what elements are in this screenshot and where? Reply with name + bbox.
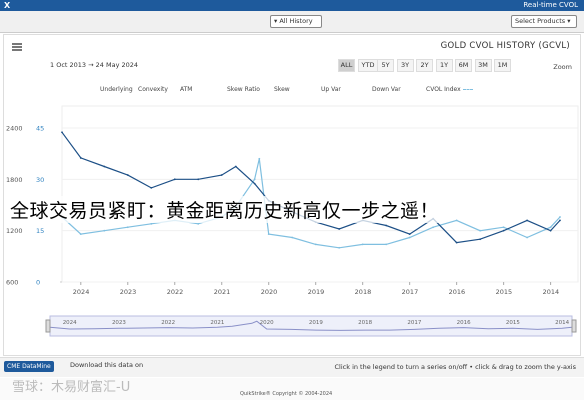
legend-item-convexity[interactable]: Convexity: [138, 86, 168, 93]
legend-hint: Click in the legend to turn a series on/…: [334, 363, 576, 371]
legend-item-underlying[interactable]: Underlying: [100, 86, 133, 93]
date-range[interactable]: 1 Oct 2013 → 24 May 2024: [50, 61, 138, 69]
select-products-label: Select Products: [515, 17, 566, 25]
zoom-button-1y[interactable]: 1Y: [435, 59, 453, 72]
close-button[interactable]: X: [4, 1, 10, 10]
chart-title: GOLD CVOL HISTORY (GCVL): [440, 41, 570, 51]
all-history-select[interactable]: ▾ All History: [270, 15, 322, 28]
date-to[interactable]: 24 May 2024: [96, 61, 138, 69]
zoom-button-3y[interactable]: 3Y: [396, 59, 414, 72]
menu-icon[interactable]: [12, 43, 22, 51]
window-title: Real-time CVOL: [523, 1, 578, 9]
download-text: Download this data on: [70, 361, 144, 369]
overlay-headline: 全球交易员紧盯：黄金距离历史新高仅一步之遥！: [10, 196, 440, 223]
toolbar: ▾ All History Select Products ▾: [0, 11, 584, 33]
date-from[interactable]: 1 Oct 2013: [50, 61, 86, 69]
zoom-button-5y[interactable]: 5Y: [377, 59, 394, 72]
zoom-button-ytd[interactable]: YTD: [357, 59, 379, 72]
legend-item-skew-ratio[interactable]: Skew Ratio: [227, 86, 260, 93]
legend-item-cvol-index[interactable]: CVOL Index: [426, 86, 473, 93]
all-history-label: All History: [279, 17, 313, 25]
date-separator: →: [88, 61, 94, 69]
zoom-button-6m[interactable]: 6M: [455, 59, 472, 72]
legend-item-atm[interactable]: ATM: [180, 86, 192, 93]
legend-item-up-var[interactable]: Up Var: [321, 86, 341, 93]
legend-item-skew[interactable]: Skew: [274, 86, 290, 93]
datamine-button[interactable]: CME DataMine: [4, 361, 54, 372]
watermark: 雪球：木易财富汇-U: [12, 380, 131, 395]
zoom-button-3m[interactable]: 3M: [474, 59, 492, 72]
chart-panel: GOLD CVOL HISTORY (GCVL) 1 Oct 2013 → 24…: [3, 34, 581, 356]
select-products-select[interactable]: Select Products ▾: [511, 15, 577, 28]
zoom-button-2y[interactable]: 2Y: [416, 59, 433, 72]
legend-item-down-var[interactable]: Down Var: [372, 86, 401, 93]
zoom-button-1m[interactable]: 1M: [494, 59, 511, 72]
zoom-label: Zoom: [553, 63, 572, 71]
copyright: QuikStrike® Copyright © 2004-2024: [240, 391, 333, 397]
window-titlebar: X Real-time CVOL: [0, 0, 584, 11]
zoom-button-all[interactable]: ALL: [338, 59, 355, 72]
